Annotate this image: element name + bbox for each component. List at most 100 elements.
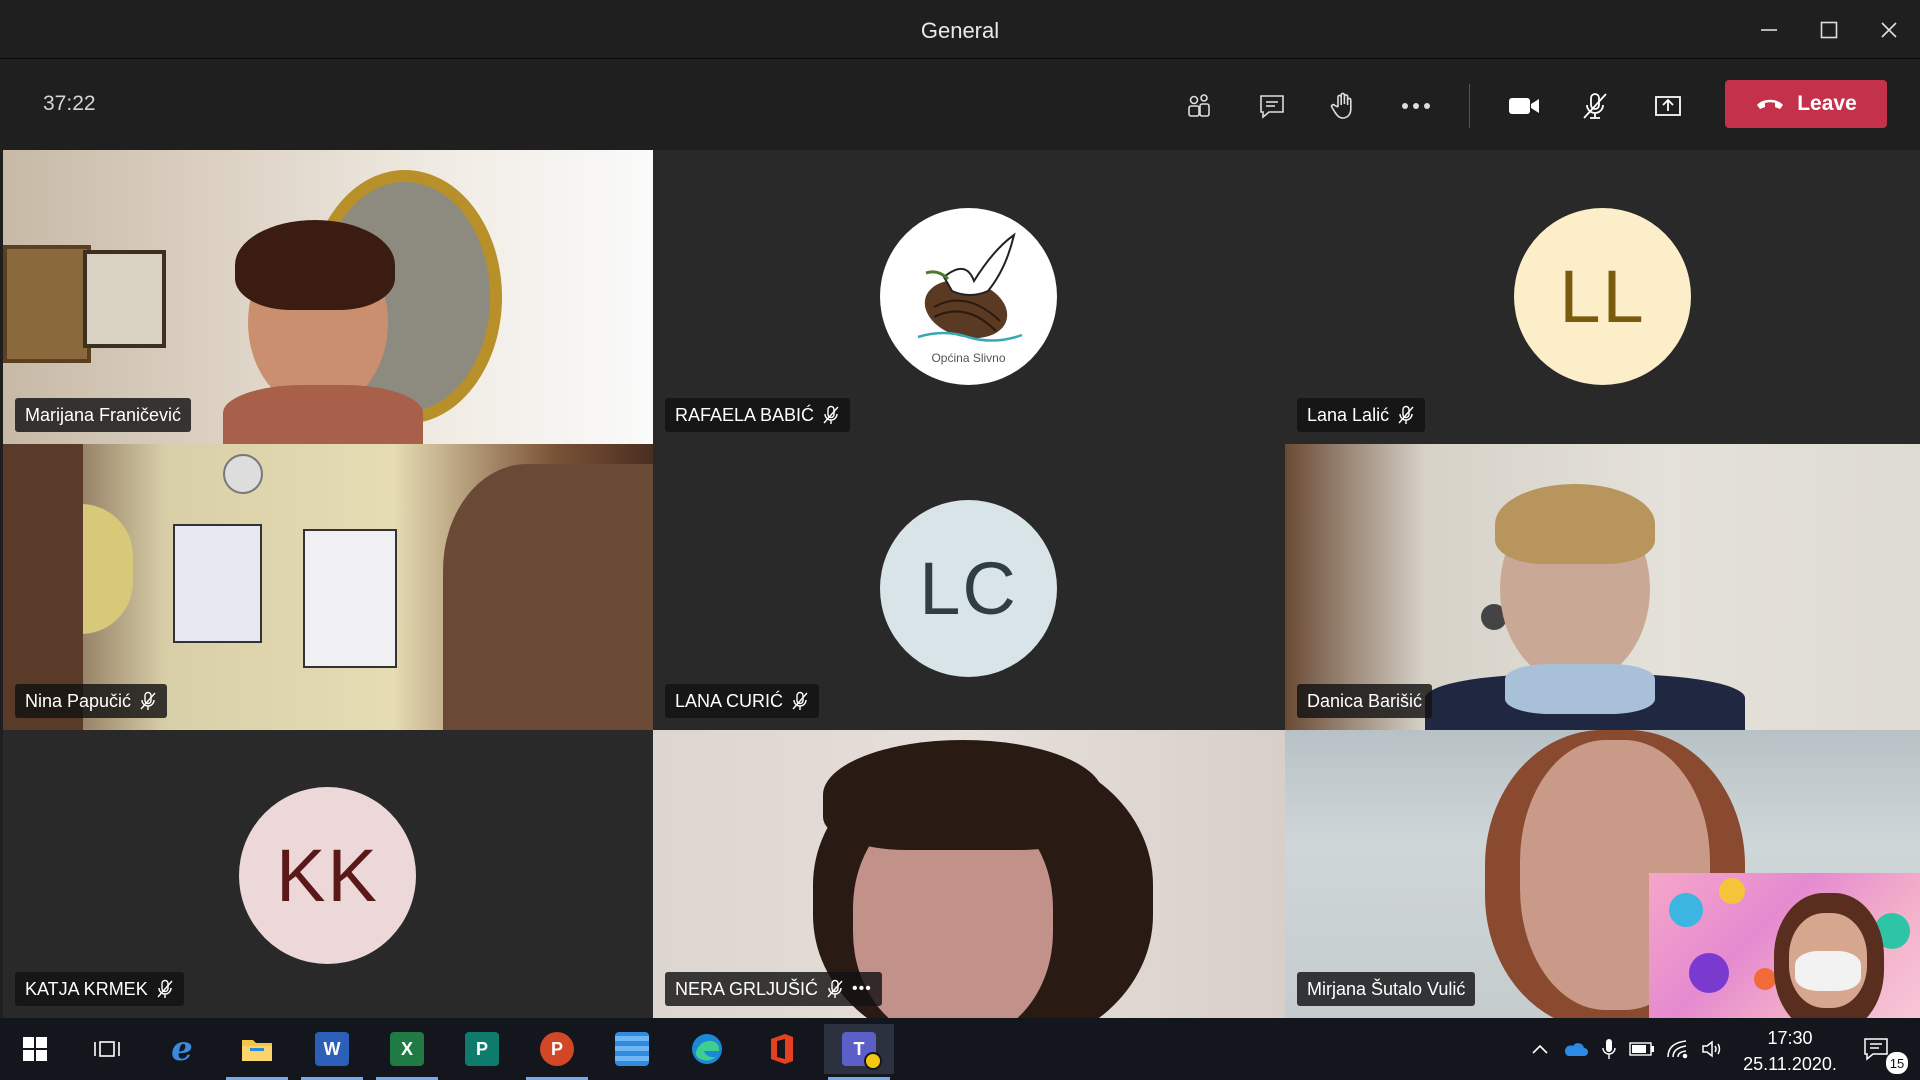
participant-name-tag: KATJA KRMEK <box>15 972 184 1006</box>
taskbar-excel[interactable]: X <box>372 1024 442 1080</box>
participant-avatar: KK <box>239 787 416 964</box>
close-window-button[interactable] <box>1859 0 1919 59</box>
participant-tile-mirjana[interactable]: Mirjana Šutalo Vulić <box>1285 730 1920 1018</box>
share-screen-button[interactable] <box>1643 81 1693 131</box>
taskbar-file-explorer[interactable] <box>222 1024 292 1080</box>
participant-tile-rafaela[interactable]: Općina Slivno RAFAELA BABIĆ <box>653 150 1285 444</box>
internet-explorer-icon: e <box>171 1029 193 1069</box>
camera-icon <box>1509 98 1539 114</box>
close-icon <box>1881 21 1897 38</box>
participant-name: Nina Papučić <box>25 690 132 711</box>
participant-name: Lana Lalić <box>1307 404 1390 425</box>
chevron-up-icon <box>1532 1044 1548 1054</box>
maximize-button[interactable] <box>1799 0 1859 59</box>
participant-name-tag: LANA CURIĆ <box>665 684 820 718</box>
mic-off-icon <box>827 979 843 998</box>
edge-icon <box>692 1034 722 1064</box>
participant-name: Marijana Franičević <box>25 404 182 425</box>
participant-tile-lana-curic[interactable]: LC LANA CURIĆ <box>653 444 1285 730</box>
participant-avatar: LC <box>880 500 1057 677</box>
taskbar-office[interactable] <box>747 1024 817 1074</box>
office-icon <box>771 1034 793 1064</box>
meeting-toolbar: 37:22 Leave <box>0 59 1920 150</box>
taskbar-app-blue[interactable] <box>597 1024 667 1074</box>
mic-off-icon <box>823 405 839 424</box>
participant-name: LANA CURIĆ <box>675 690 784 711</box>
participant-tile-marijana[interactable]: Marijana Franičević <box>3 150 653 444</box>
taskbar-powerpoint[interactable]: P <box>522 1024 592 1080</box>
participant-tile-nina[interactable]: Nina Papučić <box>3 444 653 730</box>
folder-icon <box>242 1040 272 1061</box>
notification-count-badge: 15 <box>1885 1051 1909 1075</box>
video-grid: Marijana Franičević Općina Slivno RAFAEL… <box>0 150 1920 1018</box>
participants-button[interactable] <box>1174 81 1224 131</box>
minimize-icon <box>1761 28 1777 31</box>
windows-taskbar: e W X P P T 17:30 25.11.2020. 15 <box>0 1018 1920 1080</box>
dove-logo-icon <box>917 232 1022 342</box>
window-titlebar: General <box>0 0 1920 59</box>
start-button[interactable] <box>0 1024 70 1074</box>
toolbar-separator <box>1469 84 1470 128</box>
mic-off-icon <box>1398 405 1414 424</box>
leave-button[interactable]: Leave <box>1725 80 1887 128</box>
participant-name-tag: Marijana Franičević <box>15 398 192 432</box>
camera-button[interactable] <box>1499 81 1549 131</box>
microphone-tray-icon[interactable] <box>1596 1018 1622 1080</box>
cloud-icon <box>1564 1043 1588 1056</box>
mic-off-icon <box>140 691 156 710</box>
word-icon: W <box>315 1032 349 1066</box>
participant-tile-lana-lalic[interactable]: LL Lana Lalić <box>1285 150 1920 444</box>
participant-name-tag: Danica Barišić <box>1297 684 1433 718</box>
mic-off-icon <box>1583 93 1607 119</box>
task-view-button[interactable] <box>72 1024 142 1074</box>
battery-icon <box>1629 1042 1654 1056</box>
taskbar-edge[interactable] <box>672 1024 742 1074</box>
volume-tray-icon[interactable] <box>1697 1018 1727 1080</box>
battery-tray-icon[interactable] <box>1627 1018 1657 1080</box>
maximize-icon <box>1820 21 1838 38</box>
chat-button[interactable] <box>1247 81 1297 131</box>
participant-tile-danica[interactable]: Danica Barišić <box>1285 444 1920 730</box>
excel-icon: X <box>390 1032 424 1066</box>
meeting-timer: 37:22 <box>43 92 96 115</box>
participant-avatar: LL <box>1514 208 1691 385</box>
onedrive-tray-icon[interactable] <box>1560 1018 1590 1080</box>
mic-off-icon <box>157 979 173 998</box>
blue-app-icon <box>615 1032 649 1066</box>
windows-logo-icon <box>23 1037 47 1061</box>
participant-name-tag: NERA GRLJUŠIĆ ••• <box>665 972 882 1006</box>
wifi-icon <box>1667 1040 1688 1059</box>
chat-icon <box>1260 95 1284 119</box>
participant-name: NERA GRLJUŠIĆ <box>675 978 819 999</box>
publisher-icon: P <box>465 1032 499 1066</box>
clock-date: 25.11.2020. <box>1743 1054 1837 1074</box>
microphone-button[interactable] <box>1570 81 1620 131</box>
phone-hangup-icon <box>1757 99 1784 109</box>
participant-name-tag: Mirjana Šutalo Vulić <box>1297 972 1476 1006</box>
participant-tile-katja[interactable]: KK KATJA KRMEK <box>3 730 653 1018</box>
taskbar-internet-explorer[interactable]: e <box>147 1024 217 1074</box>
mic-off-icon <box>792 691 808 710</box>
participant-more-options[interactable]: ••• <box>852 980 872 998</box>
leave-label: Leave <box>1797 92 1857 115</box>
wifi-tray-icon[interactable] <box>1663 1018 1693 1080</box>
task-view-icon <box>94 1041 120 1057</box>
taskbar-publisher[interactable]: P <box>447 1024 517 1074</box>
tray-overflow-button[interactable] <box>1526 1018 1554 1080</box>
taskbar-teams[interactable]: T <box>824 1024 894 1080</box>
more-actions-button[interactable] <box>1391 81 1441 131</box>
taskbar-word[interactable]: W <box>297 1024 367 1080</box>
self-view-preview[interactable] <box>1649 873 1920 1018</box>
mic-icon <box>1602 1039 1616 1059</box>
share-screen-icon <box>1655 96 1681 116</box>
participant-tile-nera[interactable]: NERA GRLJUŠIĆ ••• <box>653 730 1285 1018</box>
participant-logo-avatar: Općina Slivno <box>880 208 1057 385</box>
participant-name: KATJA KRMEK <box>25 978 148 999</box>
window-title: General <box>920 18 1000 43</box>
clock-time: 17:30 <box>1767 1028 1813 1048</box>
system-clock[interactable]: 17:30 25.11.2020. <box>1735 1025 1845 1077</box>
minimize-button[interactable] <box>1739 0 1799 59</box>
raise-hand-button[interactable] <box>1318 81 1368 131</box>
logo-caption: Općina Slivno <box>931 350 1006 365</box>
participant-name-tag: Lana Lalić <box>1297 398 1426 432</box>
